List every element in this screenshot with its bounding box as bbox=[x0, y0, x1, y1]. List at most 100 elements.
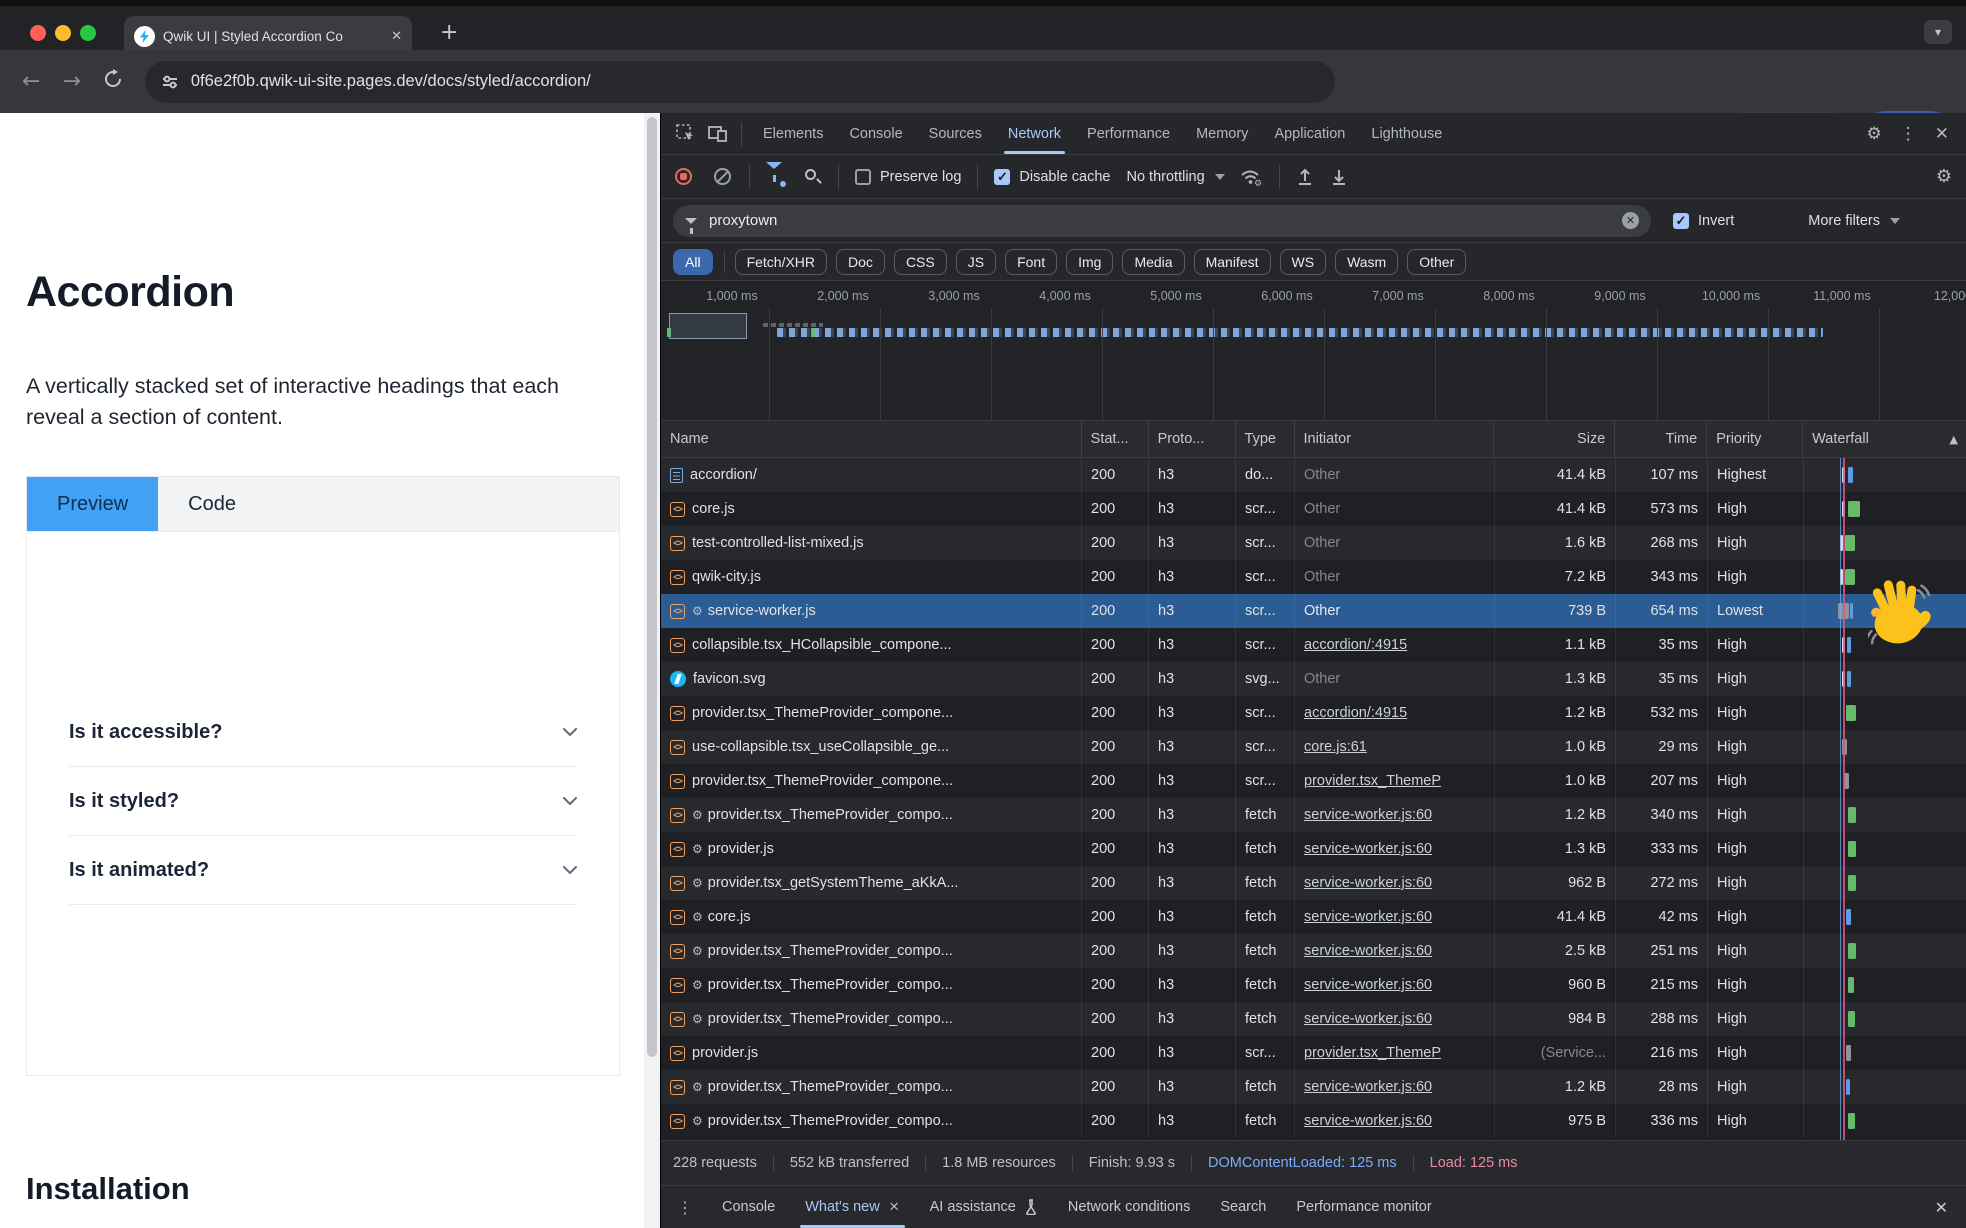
maximize-window-button[interactable] bbox=[80, 25, 96, 41]
request-time-cell[interactable]: 216 ms bbox=[1616, 1036, 1708, 1070]
reload-button[interactable] bbox=[103, 69, 123, 95]
request-status-cell[interactable]: 200 bbox=[1082, 900, 1149, 934]
filter-toggle-icon[interactable] bbox=[766, 169, 784, 185]
request-name-cell[interactable]: <>⚙provider.tsx_getSystemTheme_aKkA... bbox=[661, 866, 1082, 900]
request-waterfall-cell[interactable] bbox=[1804, 934, 1966, 968]
request-priority-cell[interactable]: High bbox=[1708, 492, 1804, 526]
page-scrollbar[interactable] bbox=[644, 113, 660, 1228]
request-status-cell[interactable]: 200 bbox=[1082, 934, 1149, 968]
request-initiator-cell[interactable]: Other bbox=[1295, 662, 1495, 696]
network-conditions-icon[interactable]: ⚙ bbox=[1239, 167, 1263, 187]
request-protocol-cell[interactable]: h3 bbox=[1149, 1070, 1236, 1104]
network-request-row[interactable]: <>⚙core.js200h3fetchservice-worker.js:60… bbox=[661, 900, 1966, 934]
filter-input[interactable]: proxytown ✕ bbox=[673, 205, 1651, 237]
request-size-cell[interactable]: 1.2 kB bbox=[1495, 696, 1616, 730]
devtools-tab-sources[interactable]: Sources bbox=[916, 113, 995, 155]
import-har-icon[interactable] bbox=[1296, 167, 1314, 187]
type-chip-ws[interactable]: WS bbox=[1280, 249, 1327, 275]
drawer-close-icon[interactable]: ✕ bbox=[1935, 1198, 1966, 1217]
request-time-cell[interactable]: 251 ms bbox=[1616, 934, 1708, 968]
request-type-cell[interactable]: scr... bbox=[1236, 730, 1295, 764]
request-priority-cell[interactable]: High bbox=[1708, 526, 1804, 560]
request-waterfall-cell[interactable] bbox=[1804, 1002, 1966, 1036]
type-chip-all[interactable]: All bbox=[673, 249, 713, 275]
request-waterfall-cell[interactable] bbox=[1804, 492, 1966, 526]
request-time-cell[interactable]: 333 ms bbox=[1616, 832, 1708, 866]
request-waterfall-cell[interactable] bbox=[1804, 1036, 1966, 1070]
request-initiator-cell[interactable]: provider.tsx_ThemeP bbox=[1295, 764, 1495, 798]
back-button[interactable]: ← bbox=[22, 69, 40, 94]
new-tab-button[interactable]: + bbox=[440, 22, 458, 44]
initiator-link[interactable]: service-worker.js:60 bbox=[1304, 807, 1432, 823]
column-header-waterfall[interactable]: Waterfall▲ bbox=[1803, 421, 1966, 457]
request-priority-cell[interactable]: Lowest bbox=[1708, 594, 1804, 628]
initiator-link[interactable]: service-worker.js:60 bbox=[1304, 1113, 1432, 1129]
request-size-cell[interactable]: 1.6 kB bbox=[1495, 526, 1616, 560]
tab-search-button[interactable]: ▾ bbox=[1924, 20, 1952, 44]
request-initiator-cell[interactable]: service-worker.js:60 bbox=[1295, 1104, 1495, 1138]
request-time-cell[interactable]: 343 ms bbox=[1616, 560, 1708, 594]
request-type-cell[interactable]: scr... bbox=[1236, 560, 1295, 594]
request-waterfall-cell[interactable] bbox=[1804, 1104, 1966, 1138]
drawer-menu-kebab-icon[interactable]: ⋮ bbox=[677, 1198, 693, 1217]
network-request-row[interactable]: <>test-controlled-list-mixed.js200h3scr.… bbox=[661, 526, 1966, 560]
type-chip-manifest[interactable]: Manifest bbox=[1194, 249, 1271, 275]
request-protocol-cell[interactable]: h3 bbox=[1149, 560, 1236, 594]
request-initiator-cell[interactable]: accordion/:4915 bbox=[1295, 696, 1495, 730]
request-waterfall-cell[interactable] bbox=[1804, 968, 1966, 1002]
preserve-log-box[interactable] bbox=[855, 169, 871, 185]
request-time-cell[interactable]: 654 ms bbox=[1616, 594, 1708, 628]
network-request-row[interactable]: <>⚙provider.tsx_ThemeProvider_compo...20… bbox=[661, 1002, 1966, 1036]
request-name-cell[interactable]: <>provider.tsx_ThemeProvider_compone... bbox=[661, 696, 1082, 730]
request-status-cell[interactable]: 200 bbox=[1082, 866, 1149, 900]
type-chip-wasm[interactable]: Wasm bbox=[1335, 249, 1398, 275]
network-request-row[interactable]: <>⚙provider.tsx_getSystemTheme_aKkA...20… bbox=[661, 866, 1966, 900]
accordion-item[interactable]: Is it animated? bbox=[69, 836, 577, 905]
request-protocol-cell[interactable]: h3 bbox=[1149, 832, 1236, 866]
request-name-cell[interactable]: <>⚙provider.tsx_ThemeProvider_compo... bbox=[661, 798, 1082, 832]
request-type-cell[interactable]: scr... bbox=[1236, 594, 1295, 628]
network-request-row[interactable]: accordion/200h3do...Other41.4 kB107 msHi… bbox=[661, 458, 1966, 492]
request-initiator-cell[interactable]: service-worker.js:60 bbox=[1295, 1002, 1495, 1036]
request-size-cell[interactable]: 984 B bbox=[1495, 1002, 1616, 1036]
demo-tab-code[interactable]: Code bbox=[158, 477, 266, 531]
request-size-cell[interactable]: 1.3 kB bbox=[1495, 832, 1616, 866]
drawer-tab-performance-monitor[interactable]: Performance monitor bbox=[1281, 1186, 1446, 1228]
network-request-row[interactable]: <>provider.tsx_ThemeProvider_compone...2… bbox=[661, 764, 1966, 798]
type-chip-media[interactable]: Media bbox=[1122, 249, 1184, 275]
network-request-row[interactable]: <>provider.tsx_ThemeProvider_compone...2… bbox=[661, 696, 1966, 730]
search-icon[interactable] bbox=[804, 168, 822, 186]
request-name-cell[interactable]: <>⚙provider.tsx_ThemeProvider_compo... bbox=[661, 1104, 1082, 1138]
request-status-cell[interactable]: 200 bbox=[1082, 798, 1149, 832]
request-type-cell[interactable]: fetch bbox=[1236, 1070, 1295, 1104]
initiator-link[interactable]: service-worker.js:60 bbox=[1304, 1079, 1432, 1095]
request-status-cell[interactable]: 200 bbox=[1082, 696, 1149, 730]
type-chip-font[interactable]: Font bbox=[1005, 249, 1057, 275]
request-waterfall-cell[interactable] bbox=[1804, 866, 1966, 900]
request-priority-cell[interactable]: High bbox=[1708, 1104, 1804, 1138]
request-type-cell[interactable]: svg... bbox=[1236, 662, 1295, 696]
network-request-row[interactable]: <>⚙provider.js200h3fetchservice-worker.j… bbox=[661, 832, 1966, 866]
request-time-cell[interactable]: 268 ms bbox=[1616, 526, 1708, 560]
drawer-tab-ai-assistance[interactable]: AI assistance bbox=[915, 1186, 1053, 1228]
network-request-row[interactable]: <>collapsible.tsx_HCollapsible_compone..… bbox=[661, 628, 1966, 662]
request-time-cell[interactable]: 336 ms bbox=[1616, 1104, 1708, 1138]
request-time-cell[interactable]: 35 ms bbox=[1616, 628, 1708, 662]
request-type-cell[interactable]: fetch bbox=[1236, 968, 1295, 1002]
type-chip-doc[interactable]: Doc bbox=[836, 249, 885, 275]
request-status-cell[interactable]: 200 bbox=[1082, 1036, 1149, 1070]
request-status-cell[interactable]: 200 bbox=[1082, 730, 1149, 764]
request-waterfall-cell[interactable] bbox=[1804, 730, 1966, 764]
request-priority-cell[interactable]: High bbox=[1708, 866, 1804, 900]
request-initiator-cell[interactable]: service-worker.js:60 bbox=[1295, 968, 1495, 1002]
record-network-log-button[interactable] bbox=[675, 168, 692, 185]
column-header-type[interactable]: Type bbox=[1236, 421, 1295, 457]
request-waterfall-cell[interactable] bbox=[1804, 526, 1966, 560]
column-header-proto[interactable]: Proto... bbox=[1149, 421, 1236, 457]
request-size-cell[interactable]: 41.4 kB bbox=[1495, 458, 1616, 492]
request-time-cell[interactable]: 340 ms bbox=[1616, 798, 1708, 832]
network-request-row[interactable]: <>⚙provider.tsx_ThemeProvider_compo...20… bbox=[661, 968, 1966, 1002]
initiator-link[interactable]: accordion/:4915 bbox=[1304, 705, 1407, 721]
filter-text[interactable]: proxytown bbox=[709, 212, 1622, 229]
request-type-cell[interactable]: scr... bbox=[1236, 526, 1295, 560]
